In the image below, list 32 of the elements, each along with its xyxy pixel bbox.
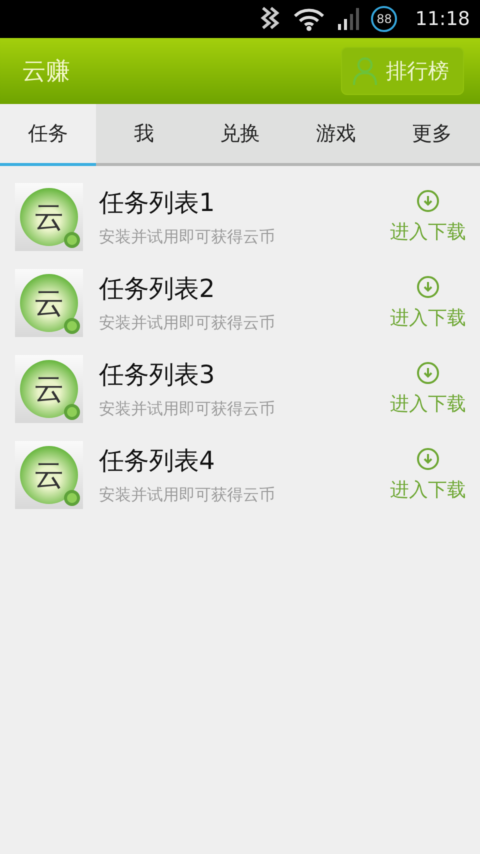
tab[interactable]: 任务: [0, 104, 96, 166]
user-icon: [352, 56, 378, 86]
task-description: 安装并试用即可获得云币: [99, 399, 276, 420]
battery-indicator: 88: [371, 6, 398, 32]
task-row[interactable]: 云 任务列表4 安装并试用即可获得云币 进入下载: [0, 432, 480, 518]
task-description: 安装并试用即可获得云币: [99, 313, 276, 334]
task-row[interactable]: 云 任务列表2 安装并试用即可获得云币 进入下载: [0, 260, 480, 346]
app-title: 云赚: [22, 56, 70, 87]
task-title: 任务列表3: [99, 359, 216, 391]
signal-icon: [337, 8, 360, 30]
tab[interactable]: 更多: [384, 104, 480, 166]
vibrate-icon: [259, 6, 282, 32]
download-icon: [416, 275, 440, 299]
download-icon: [416, 361, 440, 385]
download-icon: [416, 189, 440, 213]
tab[interactable]: 我: [96, 104, 192, 166]
app-logo: 云: [15, 355, 83, 423]
tab[interactable]: 游戏: [288, 104, 384, 166]
download-icon: [416, 447, 440, 471]
task-description: 安装并试用即可获得云币: [99, 227, 276, 248]
wifi-icon: [293, 7, 326, 31]
task-description: 安装并试用即可获得云币: [99, 485, 276, 506]
task-row[interactable]: 云 任务列表1 安装并试用即可获得云币 进入下载: [0, 174, 480, 260]
tab[interactable]: 兑换: [192, 104, 288, 166]
task-title: 任务列表2: [99, 273, 216, 305]
app-logo: 云: [15, 441, 83, 509]
task-title: 任务列表4: [99, 445, 216, 477]
clock-time: 11:18: [415, 8, 470, 30]
task-title: 任务列表1: [99, 187, 216, 219]
app-logo: 云: [15, 269, 83, 337]
task-row[interactable]: 云 任务列表3 安装并试用即可获得云币 进入下载: [0, 346, 480, 432]
app-logo: 云: [15, 183, 83, 251]
